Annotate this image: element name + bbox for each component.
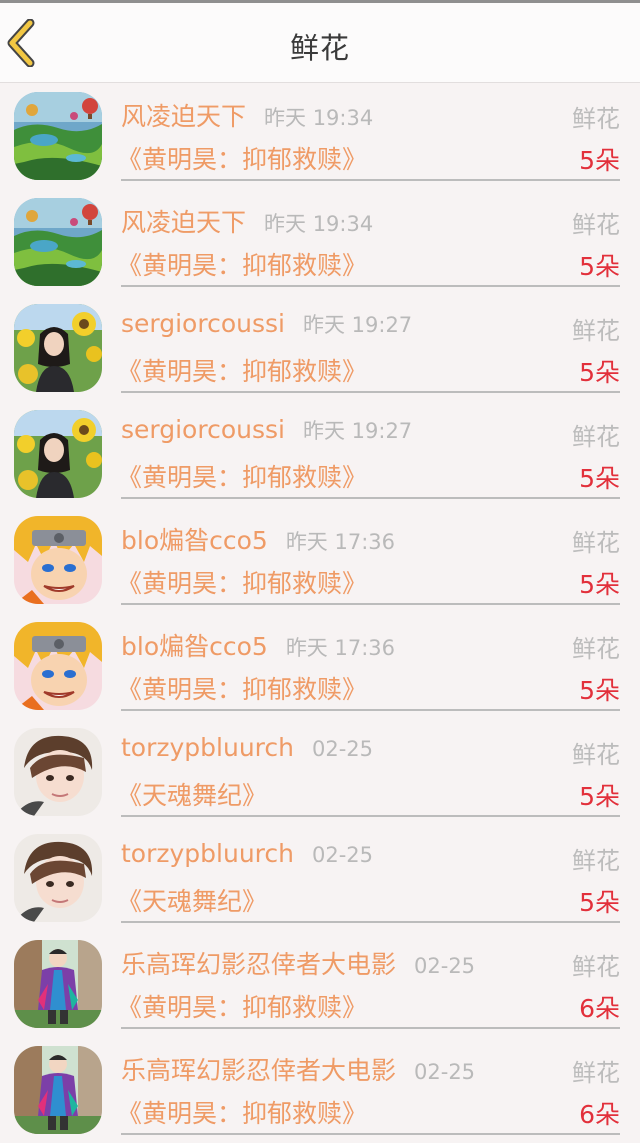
user-name[interactable]: blo煸昝cco5: [121, 632, 268, 661]
user-avatar[interactable]: [14, 728, 102, 816]
record-time: 02-25: [312, 843, 374, 867]
navigation-bar: 鲜花: [0, 3, 640, 83]
record-time: 昨天 19:34: [264, 106, 374, 130]
flower-count: 6朵: [579, 1100, 620, 1129]
gift-type: 鲜花: [572, 1059, 620, 1087]
gift-type: 鲜花: [572, 529, 620, 557]
record-time: 02-25: [414, 1060, 476, 1084]
flower-count: 5朵: [579, 888, 620, 917]
book-title[interactable]: 《黄明昊：抑郁救赎》: [117, 140, 367, 176]
flower-record-item[interactable]: 乐高珲幻影忍倖者大电影 02-25 鲜花《黄明昊：抑郁救赎》 6朵: [0, 931, 640, 1037]
book-title[interactable]: 《黄明昊：抑郁救赎》: [117, 246, 367, 282]
flower-record-item[interactable]: sergiorcoussi 昨天 19:27 鲜花《黄明昊：抑郁救赎》 5朵: [0, 401, 640, 507]
record-time: 昨天 19:34: [264, 212, 374, 236]
record-header: 乐高珲幻影忍倖者大电影 02-25: [121, 945, 475, 981]
gift-type: 鲜花: [572, 423, 620, 451]
user-name[interactable]: torzypbluurch: [121, 839, 294, 868]
flower-count: 6朵: [579, 994, 620, 1023]
book-title[interactable]: 《黄明昊：抑郁救赎》: [117, 458, 367, 494]
row-divider: [121, 921, 620, 923]
record-time: 02-25: [312, 737, 374, 761]
gift-type: 鲜花: [572, 317, 620, 345]
book-title[interactable]: 《黄明昊：抑郁救赎》: [117, 670, 367, 706]
user-avatar[interactable]: [14, 516, 102, 604]
row-divider: [121, 603, 620, 605]
book-title[interactable]: 《黄明昊：抑郁救赎》: [117, 352, 367, 388]
record-time: 昨天 17:36: [285, 636, 396, 660]
record-header: 风凌迫天下 昨天 19:34: [121, 97, 373, 133]
book-title[interactable]: 《天魂舞纪》: [117, 776, 267, 812]
user-avatar[interactable]: [14, 940, 102, 1028]
record-header: blo煸昝cco5 昨天 17:36: [121, 627, 395, 663]
record-time: 昨天 17:36: [285, 530, 396, 554]
record-header: sergiorcoussi 昨天 19:27: [121, 309, 412, 339]
user-avatar[interactable]: [14, 198, 102, 286]
gift-type: 鲜花: [572, 847, 620, 875]
flower-record-item[interactable]: torzypbluurch 02-25 鲜花《天魂舞纪》 5朵: [0, 825, 640, 931]
row-divider: [121, 709, 620, 711]
user-avatar[interactable]: [14, 304, 102, 392]
user-name[interactable]: sergiorcoussi: [121, 415, 285, 444]
gift-type: 鲜花: [572, 635, 620, 663]
user-name[interactable]: 乐高珲幻影忍倖者大电影: [121, 1056, 396, 1085]
gift-type: 鲜花: [572, 211, 620, 239]
record-header: torzypbluurch 02-25: [121, 839, 373, 868]
row-divider: [121, 179, 620, 181]
record-header: blo煸昝cco5 昨天 17:36: [121, 521, 395, 557]
flower-count: 5朵: [579, 252, 620, 281]
gift-type: 鲜花: [572, 105, 620, 133]
record-header: 风凌迫天下 昨天 19:34: [121, 203, 373, 239]
flower-count: 5朵: [579, 146, 620, 175]
book-title[interactable]: 《黄明昊：抑郁救赎》: [117, 988, 367, 1024]
record-header: 乐高珲幻影忍倖者大电影 02-25: [121, 1051, 475, 1087]
record-header: sergiorcoussi 昨天 19:27: [121, 415, 412, 445]
flower-count: 5朵: [579, 570, 620, 599]
flower-record-item[interactable]: sergiorcoussi 昨天 19:27 鲜花《黄明昊：抑郁救赎》 5朵: [0, 295, 640, 401]
record-time: 昨天 19:27: [302, 419, 413, 443]
row-divider: [121, 497, 620, 499]
flower-record-item[interactable]: 乐高珲幻影忍倖者大电影 02-25 鲜花《黄明昊：抑郁救赎》 6朵: [0, 1037, 640, 1143]
row-divider: [121, 391, 620, 393]
gift-type: 鲜花: [572, 741, 620, 769]
user-name[interactable]: sergiorcoussi: [121, 309, 285, 338]
flower-record-item[interactable]: 风凌迫天下 昨天 19:34 鲜花《黄明昊：抑郁救赎》 5朵: [0, 189, 640, 295]
user-avatar[interactable]: [14, 622, 102, 710]
flower-count: 5朵: [579, 358, 620, 387]
user-avatar[interactable]: [14, 834, 102, 922]
user-name[interactable]: 风凌迫天下: [121, 208, 246, 237]
user-avatar[interactable]: [14, 1046, 102, 1134]
user-name[interactable]: 乐高珲幻影忍倖者大电影: [121, 950, 396, 979]
user-name[interactable]: torzypbluurch: [121, 733, 294, 762]
flower-record-item[interactable]: blo煸昝cco5 昨天 17:36 鲜花《黄明昊：抑郁救赎》 5朵: [0, 613, 640, 719]
row-divider: [121, 1027, 620, 1029]
flower-count: 5朵: [579, 464, 620, 493]
row-divider: [121, 285, 620, 287]
record-time: 昨天 19:27: [302, 313, 413, 337]
record-time: 02-25: [414, 954, 476, 978]
flower-count: 5朵: [579, 676, 620, 705]
book-title[interactable]: 《黄明昊：抑郁救赎》: [117, 564, 367, 600]
page-title: 鲜花: [289, 31, 350, 65]
user-avatar[interactable]: [14, 410, 102, 498]
row-divider: [121, 1133, 620, 1135]
book-title[interactable]: 《天魂舞纪》: [117, 882, 267, 918]
gift-type: 鲜花: [572, 953, 620, 981]
user-name[interactable]: blo煸昝cco5: [121, 526, 268, 555]
flower-count: 5朵: [579, 782, 620, 811]
user-avatar[interactable]: [14, 92, 102, 180]
book-title[interactable]: 《黄明昊：抑郁救赎》: [117, 1094, 367, 1130]
record-header: torzypbluurch 02-25: [121, 733, 373, 762]
flower-record-item[interactable]: blo煸昝cco5 昨天 17:36 鲜花《黄明昊：抑郁救赎》 5朵: [0, 507, 640, 613]
flower-record-item[interactable]: 风凌迫天下 昨天 19:34 鲜花《黄明昊：抑郁救赎》 5朵: [0, 83, 640, 189]
flower-record-item[interactable]: torzypbluurch 02-25 鲜花《天魂舞纪》 5朵: [0, 719, 640, 825]
user-name[interactable]: 风凌迫天下: [121, 102, 246, 131]
row-divider: [121, 815, 620, 817]
